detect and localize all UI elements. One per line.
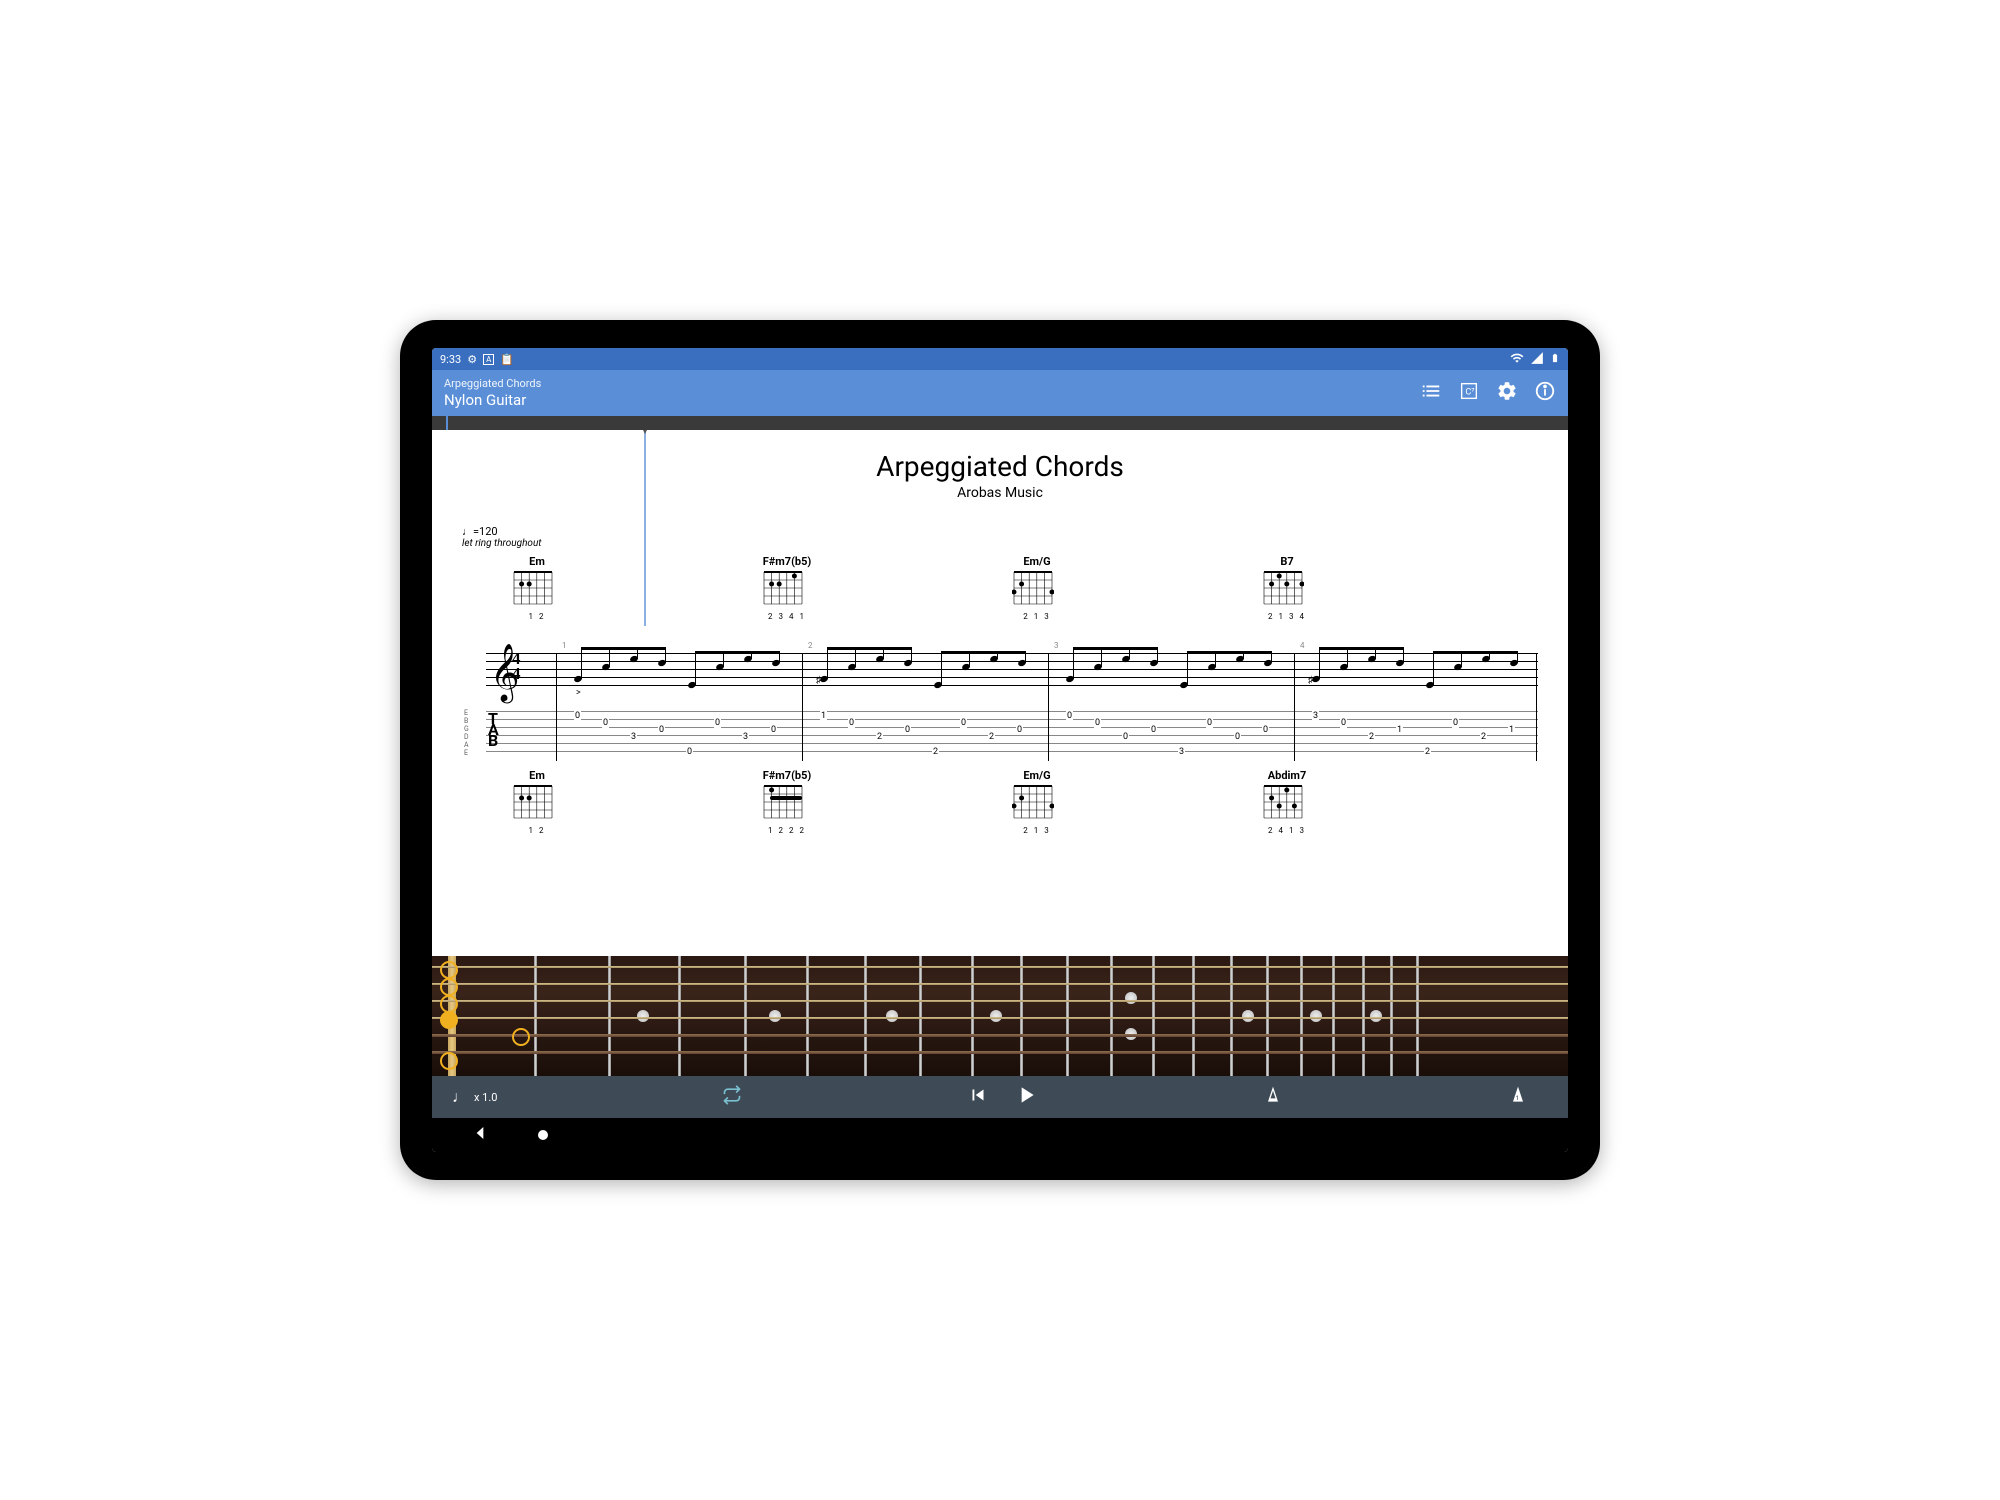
svg-text:C⁷: C⁷ bbox=[1465, 388, 1475, 398]
prev-icon[interactable] bbox=[967, 1084, 989, 1110]
playback-toolbar: ♩ x 1.0 1 bbox=[432, 1076, 1568, 1118]
open-string-ring bbox=[440, 978, 458, 996]
chord-library-icon[interactable]: C⁷ bbox=[1458, 380, 1480, 406]
info-icon[interactable] bbox=[1534, 380, 1556, 406]
song-title-small: Arpeggiated Chords bbox=[444, 377, 541, 390]
settings-icon[interactable] bbox=[1496, 380, 1518, 406]
barline bbox=[1294, 653, 1295, 761]
speed-label[interactable]: x 1.0 bbox=[474, 1091, 497, 1104]
home-icon[interactable] bbox=[538, 1130, 548, 1140]
chord-diagram: Em 1 2 bbox=[512, 555, 562, 621]
open-string-ring bbox=[440, 995, 458, 1013]
app-screen: 9:33 ⚙ A 📋 Arpeggiated Chords bbox=[432, 348, 1568, 1152]
chord-row-1: Em 1 2 F#m7(b5) ×× 2 3 4 1 Em/G 2 1 3 B7 bbox=[462, 555, 1538, 621]
chord-diagram: Em/G 2 1 3 bbox=[1012, 555, 1062, 621]
active-note-dot bbox=[440, 1011, 458, 1029]
signal-icon bbox=[1530, 351, 1544, 368]
tab-lines bbox=[486, 711, 1538, 759]
open-string-ring bbox=[512, 1028, 530, 1046]
staff-lines bbox=[486, 653, 1538, 693]
chord-diagram: Em 1 2 bbox=[512, 769, 562, 835]
back-icon[interactable] bbox=[472, 1125, 488, 1145]
app-toolbar: Arpeggiated Chords Nylon Guitar C⁷ bbox=[432, 370, 1568, 416]
chord-diagram: Em/G 2 1 3 bbox=[1012, 769, 1062, 835]
countdown-icon[interactable]: 1 bbox=[1508, 1085, 1528, 1109]
chord-diagram: F#m7(b5) 1 2 2 2 bbox=[762, 769, 812, 835]
metronome-icon[interactable] bbox=[1263, 1085, 1283, 1109]
svg-text:×: × bbox=[769, 570, 772, 572]
battery-icon bbox=[1550, 351, 1560, 368]
android-status-bar: 9:33 ⚙ A 📋 bbox=[432, 348, 1568, 370]
chord-diagram: Abdim7 2 4 1 3 bbox=[1262, 769, 1312, 835]
tracklist-icon[interactable] bbox=[1420, 380, 1442, 406]
barline bbox=[1048, 653, 1049, 761]
score-composer: Arobas Music bbox=[462, 485, 1538, 501]
barline bbox=[802, 653, 803, 761]
tablet-frame: 9:33 ⚙ A 📋 Arpeggiated Chords bbox=[400, 320, 1600, 1180]
tempo-icon[interactable]: ♩ bbox=[452, 1087, 468, 1107]
progress-handle[interactable] bbox=[446, 416, 448, 430]
chord-row-2: Em 1 2 F#m7(b5) 1 2 2 2 Em/G 2 1 3 Abdim… bbox=[462, 769, 1538, 835]
track-name[interactable]: Nylon Guitar bbox=[444, 391, 541, 409]
wifi-icon bbox=[1510, 351, 1524, 368]
clipboard-icon: 📋 bbox=[500, 353, 514, 366]
open-string-ring bbox=[440, 961, 458, 979]
chord-diagram: F#m7(b5) ×× 2 3 4 1 bbox=[762, 555, 812, 621]
fretboard-view[interactable] bbox=[432, 956, 1568, 1076]
tempo-marking: ♩=120 let ring throughout bbox=[462, 525, 1538, 549]
score-title: Arpeggiated Chords bbox=[462, 450, 1538, 483]
svg-text:×: × bbox=[762, 570, 765, 572]
open-string-ring bbox=[440, 1052, 458, 1070]
playhead-cursor[interactable] bbox=[644, 430, 646, 626]
score-area[interactable]: Arpeggiated Chords Arobas Music ♩=120 le… bbox=[432, 430, 1568, 956]
svg-text:1: 1 bbox=[1516, 1094, 1520, 1102]
clock: 9:33 bbox=[440, 353, 461, 366]
barline bbox=[556, 653, 557, 761]
string-tuning-labels: EBGDAE bbox=[464, 709, 469, 757]
staff-system[interactable]: 𝄞 4 4 EBGDAE TAB bbox=[462, 633, 1538, 763]
loop-icon[interactable] bbox=[722, 1085, 742, 1109]
gear-icon: ⚙ bbox=[467, 353, 477, 366]
text-icon: A bbox=[483, 354, 494, 365]
song-progress-bar[interactable] bbox=[432, 416, 1568, 430]
barline bbox=[1536, 653, 1537, 761]
android-nav-bar bbox=[432, 1118, 1568, 1152]
chord-diagram: B7 2 1 3 4 bbox=[1262, 555, 1312, 621]
tab-label: TAB bbox=[488, 713, 497, 747]
play-icon[interactable] bbox=[1013, 1082, 1039, 1112]
